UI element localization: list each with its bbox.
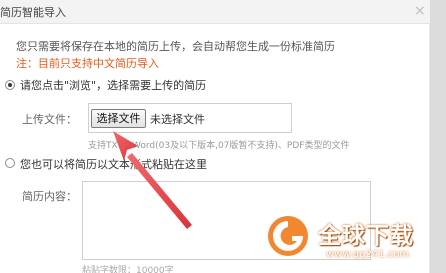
intro-text: 您只需要将保存在本地的简历上传，会自动帮您生成一份标准简历 bbox=[16, 40, 335, 53]
upload-option-radio[interactable] bbox=[5, 80, 15, 90]
watermark-url: www.qq241.com bbox=[326, 249, 410, 260]
chinese-only-note: 注：目前只支持中文简历导入 bbox=[16, 57, 159, 70]
paste-option-label[interactable]: 您也可以将简历以文本形式粘贴在这里 bbox=[20, 156, 207, 172]
watermark-text: 全球下载 bbox=[318, 223, 414, 249]
close-icon[interactable]: × bbox=[414, 3, 426, 19]
upload-file-label: 上传文件： bbox=[22, 113, 77, 126]
resume-content-label: 简历内容： bbox=[22, 190, 77, 203]
char-limit-hint: 粘贴字数限：10000字 bbox=[82, 266, 174, 273]
paste-option-radio[interactable] bbox=[5, 158, 15, 168]
supported-types-hint: 支持TXT、Word(03及以下版本,07版暂不支持)、PDF类型的文件 bbox=[88, 141, 350, 151]
upload-option-label[interactable]: 请您点击"浏览"，选择需要上传的简历 bbox=[20, 77, 206, 93]
dialog-titlebar: 简历智能导入 × bbox=[0, 0, 430, 24]
dialog-title: 简历智能导入 bbox=[0, 6, 66, 19]
choose-file-button[interactable]: 选择文件 bbox=[91, 109, 146, 128]
file-status-text: 未选择文件 bbox=[150, 113, 205, 126]
watermark-logo-icon bbox=[268, 216, 308, 256]
site-watermark: 全球下载 www.qq241.com bbox=[258, 208, 446, 273]
